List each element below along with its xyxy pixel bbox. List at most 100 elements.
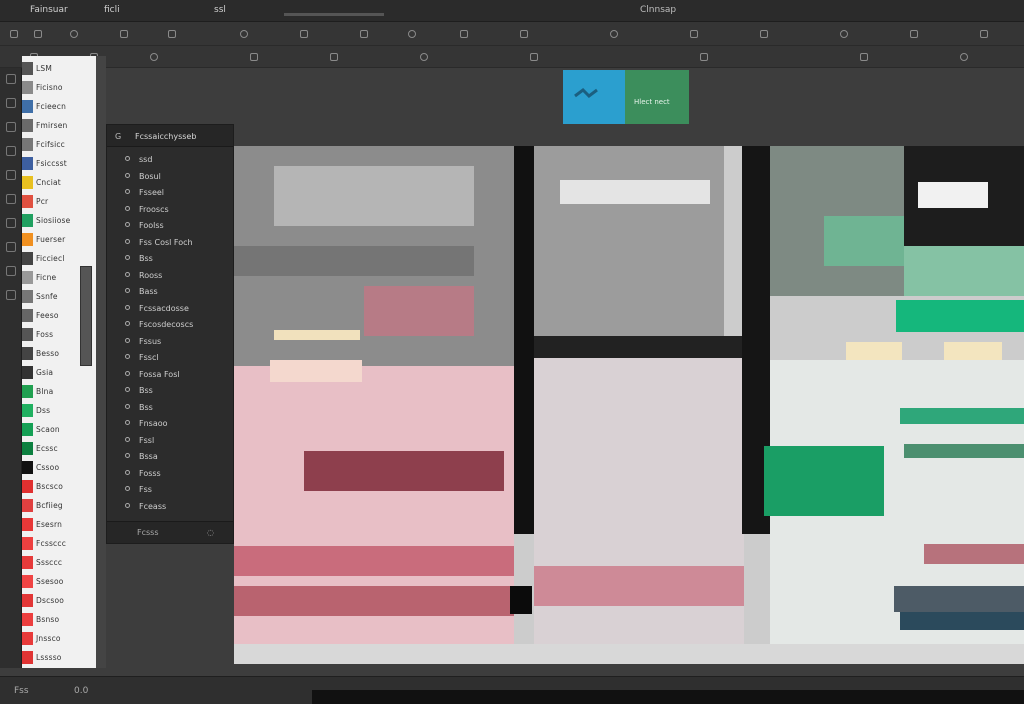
layer-row[interactable]: Rooss bbox=[107, 269, 233, 282]
tool-stamp-icon[interactable] bbox=[760, 30, 768, 38]
layer-row[interactable]: Fss bbox=[107, 483, 233, 496]
swatch-row[interactable]: Bcfiieg bbox=[22, 499, 96, 512]
eye-icon[interactable] bbox=[125, 453, 130, 458]
swatch-chip[interactable] bbox=[22, 613, 33, 626]
strip-text-icon[interactable] bbox=[6, 266, 16, 276]
eye-icon[interactable] bbox=[125, 469, 130, 475]
swatch-row[interactable]: Fmirsen bbox=[22, 119, 96, 132]
tool-dodge-icon[interactable] bbox=[910, 30, 918, 38]
strip-wand-icon[interactable] bbox=[6, 122, 16, 132]
eye-icon[interactable] bbox=[125, 172, 130, 178]
tool-text-icon[interactable] bbox=[168, 30, 176, 38]
rotate-icon[interactable] bbox=[330, 53, 338, 61]
strip-crop-icon[interactable] bbox=[6, 146, 16, 156]
layer-row[interactable]: Bss bbox=[107, 252, 233, 265]
swatch-chip[interactable] bbox=[22, 499, 33, 512]
eye-icon[interactable] bbox=[125, 304, 130, 310]
tool-eyedrop-icon[interactable] bbox=[408, 30, 416, 38]
menu-item-b[interactable]: ssl bbox=[214, 5, 226, 15]
eye-icon[interactable] bbox=[125, 238, 130, 244]
tab-badge-green[interactable]: Hlect nect bbox=[625, 70, 689, 124]
mask-icon[interactable] bbox=[420, 53, 428, 61]
layer-row[interactable]: Bosul bbox=[107, 170, 233, 183]
swatch-chip[interactable] bbox=[22, 214, 33, 227]
swatch-chip[interactable] bbox=[22, 518, 33, 531]
swatch-row[interactable]: Gsia bbox=[22, 366, 96, 379]
eye-icon[interactable] bbox=[125, 420, 130, 425]
swatch-chip[interactable] bbox=[22, 138, 33, 151]
eye-icon[interactable] bbox=[125, 189, 130, 194]
eye-icon[interactable] bbox=[125, 271, 130, 277]
link-icon[interactable] bbox=[530, 53, 538, 61]
flip-icon[interactable] bbox=[250, 53, 258, 61]
tool-fill-icon[interactable] bbox=[460, 30, 468, 38]
swatch-row[interactable]: Fsiccsst bbox=[22, 157, 96, 170]
swatch-row[interactable]: Ficisno bbox=[22, 81, 96, 94]
layer-row[interactable]: Fssus bbox=[107, 335, 233, 348]
tool-brush-icon[interactable] bbox=[70, 30, 78, 38]
tool-color-icon[interactable] bbox=[240, 30, 248, 38]
eye-icon[interactable] bbox=[125, 205, 130, 211]
layer-row[interactable]: Fnsaoo bbox=[107, 417, 233, 430]
layer-row[interactable]: Fss Cosl Foch bbox=[107, 236, 233, 249]
opacity-icon[interactable] bbox=[150, 53, 158, 61]
eye-icon[interactable] bbox=[125, 354, 130, 359]
swatch-chip[interactable] bbox=[22, 385, 33, 398]
layer-row[interactable]: Fceass bbox=[107, 500, 233, 513]
eye-icon[interactable] bbox=[125, 255, 130, 260]
swatch-row[interactable]: Cssoo bbox=[22, 461, 96, 474]
eye-icon[interactable] bbox=[125, 387, 130, 392]
layer-row[interactable]: Fcssacdosse bbox=[107, 302, 233, 315]
ruler-icon[interactable] bbox=[860, 53, 868, 61]
eye-icon[interactable] bbox=[125, 321, 130, 326]
eye-icon[interactable] bbox=[125, 288, 130, 293]
layer-row[interactable]: Bass bbox=[107, 285, 233, 298]
swatch-row[interactable]: Ssesoo bbox=[22, 575, 96, 588]
swatch-row[interactable]: Lsssso bbox=[22, 651, 96, 664]
swatch-row[interactable]: Sssccc bbox=[22, 556, 96, 569]
layer-row[interactable]: Frooscs bbox=[107, 203, 233, 216]
layer-row[interactable]: Bss bbox=[107, 401, 233, 414]
swatch-row[interactable]: Scaon bbox=[22, 423, 96, 436]
strip-shape-icon[interactable] bbox=[6, 290, 16, 300]
swatch-chip[interactable] bbox=[22, 537, 33, 550]
layer-row[interactable]: Fscosdecoscs bbox=[107, 318, 233, 331]
menu-app[interactable]: Fainsuar bbox=[30, 5, 68, 15]
swatch-chip[interactable] bbox=[22, 119, 33, 132]
image-canvas[interactable] bbox=[234, 146, 1024, 664]
eye-icon[interactable] bbox=[125, 403, 130, 409]
layer-row[interactable]: ssd bbox=[107, 153, 233, 166]
tool-move-icon[interactable] bbox=[10, 30, 18, 38]
swatch-chip[interactable] bbox=[22, 62, 33, 75]
swatch-chip[interactable] bbox=[22, 195, 33, 208]
layers-close-icon[interactable]: G bbox=[115, 132, 121, 141]
tool-hand-icon[interactable] bbox=[360, 30, 368, 38]
tool-shape-icon[interactable] bbox=[520, 30, 528, 38]
swatch-row[interactable]: Dss bbox=[22, 404, 96, 417]
swatch-row[interactable]: LSM bbox=[22, 62, 96, 75]
swatch-row[interactable]: Siosiiose bbox=[22, 214, 96, 227]
swatch-chip[interactable] bbox=[22, 575, 33, 588]
swatch-row[interactable]: Cnciat bbox=[22, 176, 96, 189]
swatch-row[interactable]: Ficciecl bbox=[22, 252, 96, 265]
swatch-chip[interactable] bbox=[22, 233, 33, 246]
swatch-chip[interactable] bbox=[22, 461, 33, 474]
swatch-chip[interactable] bbox=[22, 347, 33, 360]
swatch-row[interactable]: Blna bbox=[22, 385, 96, 398]
layer-row[interactable]: Bss bbox=[107, 384, 233, 397]
swatch-chip[interactable] bbox=[22, 404, 33, 417]
swatch-row[interactable]: Fcssccc bbox=[22, 537, 96, 550]
swatch-chip[interactable] bbox=[22, 309, 33, 322]
swatch-chip[interactable] bbox=[22, 366, 33, 379]
eye-icon[interactable] bbox=[125, 486, 130, 491]
swatch-chip[interactable] bbox=[22, 632, 33, 645]
eye-icon[interactable] bbox=[125, 436, 130, 442]
swatch-chip[interactable] bbox=[22, 651, 33, 664]
swatch-chip[interactable] bbox=[22, 480, 33, 493]
layer-row[interactable]: Foolss bbox=[107, 219, 233, 232]
swatch-row[interactable]: Pcr bbox=[22, 195, 96, 208]
swatch-chip[interactable] bbox=[22, 157, 33, 170]
swatch-chip[interactable] bbox=[22, 252, 33, 265]
strip-pen-icon[interactable] bbox=[6, 242, 16, 252]
swatch-chip[interactable] bbox=[22, 176, 33, 189]
